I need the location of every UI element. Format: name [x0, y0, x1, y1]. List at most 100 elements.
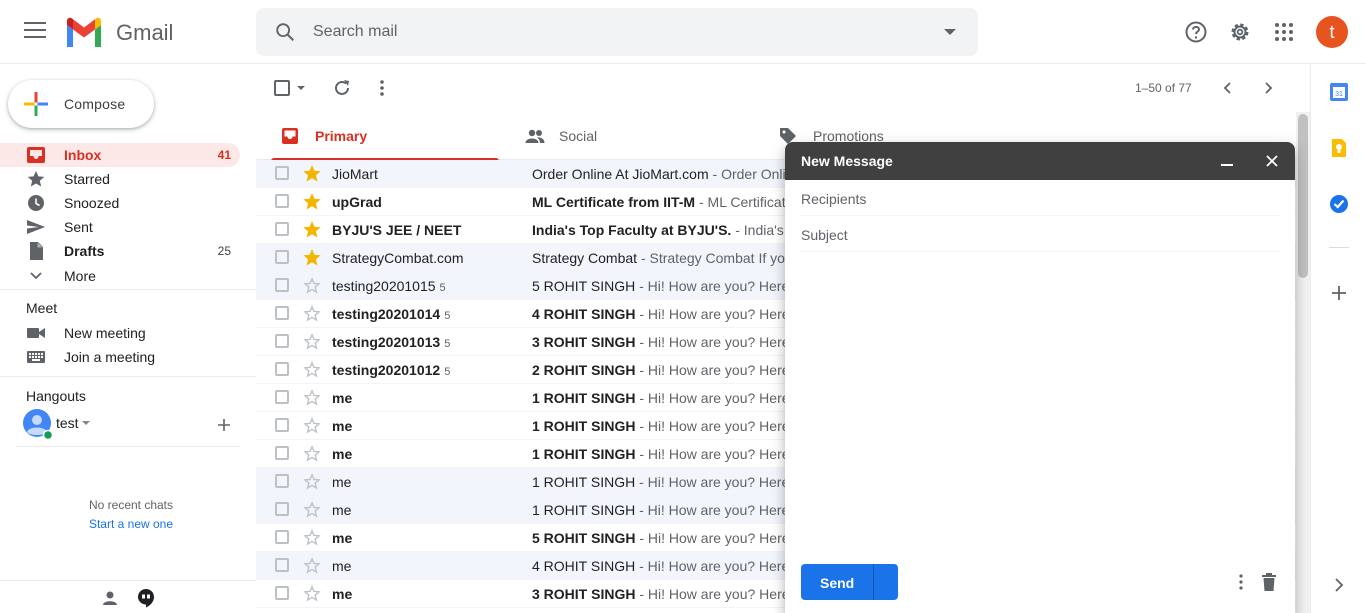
star-icon[interactable] — [303, 305, 321, 323]
refresh-icon[interactable] — [332, 78, 352, 98]
send-options-divider — [873, 564, 874, 600]
help-icon[interactable] — [1182, 18, 1210, 46]
add-chat-icon[interactable] — [217, 418, 231, 432]
row-checkbox[interactable] — [275, 334, 289, 348]
contacts-person-icon[interactable] — [101, 589, 119, 607]
main-menu-icon[interactable] — [24, 22, 46, 42]
chevron-right-icon[interactable] — [1260, 80, 1276, 96]
star-icon[interactable] — [303, 193, 321, 211]
row-checkbox[interactable] — [275, 390, 289, 404]
tab-label: Social — [559, 128, 598, 144]
search-icon[interactable] — [274, 21, 296, 43]
select-all-checkbox[interactable] — [274, 80, 290, 96]
sidebar-item-sent[interactable]: Sent — [0, 215, 240, 239]
settings-gear-icon[interactable] — [1226, 18, 1254, 46]
row-checkbox[interactable] — [275, 306, 289, 320]
add-addon-icon[interactable] — [1329, 283, 1349, 303]
meet-section-title: Meet — [26, 300, 58, 316]
row-checkbox[interactable] — [275, 586, 289, 600]
tasks-icon[interactable] — [1329, 194, 1349, 214]
hangouts-chat-icon[interactable] — [137, 588, 155, 608]
email-subject: 4 ROHIT SINGH — [532, 306, 636, 322]
recipients-field[interactable]: Recipients — [801, 180, 1279, 216]
email-list-scrollbar[interactable] — [1296, 112, 1310, 613]
thread-count: 5 — [444, 366, 451, 378]
sidebar-item-snoozed[interactable]: Snoozed — [0, 191, 240, 215]
star-icon[interactable] — [303, 361, 321, 379]
hangouts-user-avatar[interactable] — [22, 409, 52, 439]
search-bar[interactable]: Search mail — [256, 8, 978, 56]
star-icon[interactable] — [303, 417, 321, 435]
compose-button[interactable]: Compose — [8, 80, 154, 128]
star-icon[interactable] — [303, 529, 321, 547]
start-new-chat-link[interactable]: Start a new one — [0, 517, 262, 531]
row-checkbox[interactable] — [275, 502, 289, 516]
sender-name: testing20201015 — [332, 278, 436, 294]
sidebar-item-starred[interactable]: Starred — [0, 167, 240, 191]
tab-primary[interactable]: Primary — [263, 112, 499, 161]
row-checkbox[interactable] — [275, 166, 289, 180]
sidebar-item-drafts[interactable]: Drafts 25 — [0, 239, 240, 263]
star-icon[interactable] — [303, 445, 321, 463]
calendar-icon[interactable]: 31 — [1329, 82, 1349, 102]
chevron-left-icon[interactable] — [1220, 80, 1236, 96]
status-dropdown-icon[interactable] — [82, 421, 90, 425]
message-body[interactable] — [801, 254, 1279, 554]
search-input[interactable]: Search mail — [313, 23, 397, 41]
more-options-icon[interactable] — [1233, 573, 1249, 591]
send-button[interactable]: Send — [801, 564, 898, 600]
search-options-icon[interactable] — [944, 29, 956, 35]
close-icon[interactable] — [1265, 154, 1279, 168]
email-sender: testing20201012 5 — [332, 362, 522, 378]
join-meeting-link[interactable]: Join a meeting — [0, 345, 240, 369]
star-icon[interactable] — [303, 249, 321, 267]
email-subject-line: 1 ROHIT SINGH - Hi! How are you? Here — [532, 502, 789, 518]
scrollbar-thumb[interactable] — [1298, 114, 1308, 278]
select-dropdown-icon[interactable] — [297, 86, 305, 90]
star-icon[interactable] — [303, 165, 321, 183]
chevron-right-icon[interactable] — [1329, 575, 1349, 595]
star-icon[interactable] — [303, 333, 321, 351]
hangouts-user-name[interactable]: test — [56, 415, 79, 431]
row-checkbox[interactable] — [275, 418, 289, 432]
row-checkbox[interactable] — [275, 558, 289, 572]
email-subject: ML Certificate from IIT-M — [532, 194, 696, 210]
sender-name: me — [332, 586, 353, 602]
star-icon[interactable] — [303, 277, 321, 295]
trash-icon[interactable] — [1260, 572, 1278, 592]
gmail-logo-icon[interactable] — [64, 17, 104, 47]
minimize-icon[interactable] — [1221, 164, 1233, 166]
email-subject: 1 ROHIT SINGH — [532, 502, 636, 518]
row-checkbox[interactable] — [275, 194, 289, 208]
sidebar-item-label: Sent — [64, 219, 93, 235]
row-checkbox[interactable] — [275, 362, 289, 376]
sidebar-item-label: Inbox — [64, 147, 102, 163]
apps-grid-icon[interactable] — [1270, 18, 1298, 46]
row-checkbox[interactable] — [275, 446, 289, 460]
row-checkbox[interactable] — [275, 222, 289, 236]
sidebar-item-inbox[interactable]: Inbox 41 — [0, 143, 240, 167]
row-checkbox[interactable] — [275, 530, 289, 544]
row-checkbox[interactable] — [275, 250, 289, 264]
keyboard-icon — [27, 351, 45, 363]
new-meeting-link[interactable]: New meeting — [0, 321, 240, 345]
star-icon[interactable] — [303, 585, 321, 603]
account-avatar[interactable]: t — [1316, 16, 1348, 48]
row-checkbox[interactable] — [275, 474, 289, 488]
star-icon[interactable] — [303, 389, 321, 407]
star-icon[interactable] — [303, 501, 321, 519]
video-camera-icon — [27, 328, 45, 338]
more-vert-icon[interactable] — [378, 78, 386, 98]
email-subject: 3 ROHIT SINGH — [532, 334, 636, 350]
sidebar-item-more[interactable]: More — [0, 264, 240, 288]
compose-window-header[interactable]: New Message — [785, 142, 1295, 180]
email-sender: StrategyCombat.com — [332, 250, 522, 266]
subject-field[interactable]: Subject — [801, 216, 1279, 252]
keep-icon[interactable] — [1329, 138, 1349, 158]
star-icon[interactable] — [303, 557, 321, 575]
star-icon[interactable] — [303, 473, 321, 491]
star-icon[interactable] — [303, 221, 321, 239]
row-checkbox[interactable] — [275, 278, 289, 292]
tab-social[interactable]: Social — [507, 112, 743, 160]
sender-name: me — [332, 530, 353, 546]
